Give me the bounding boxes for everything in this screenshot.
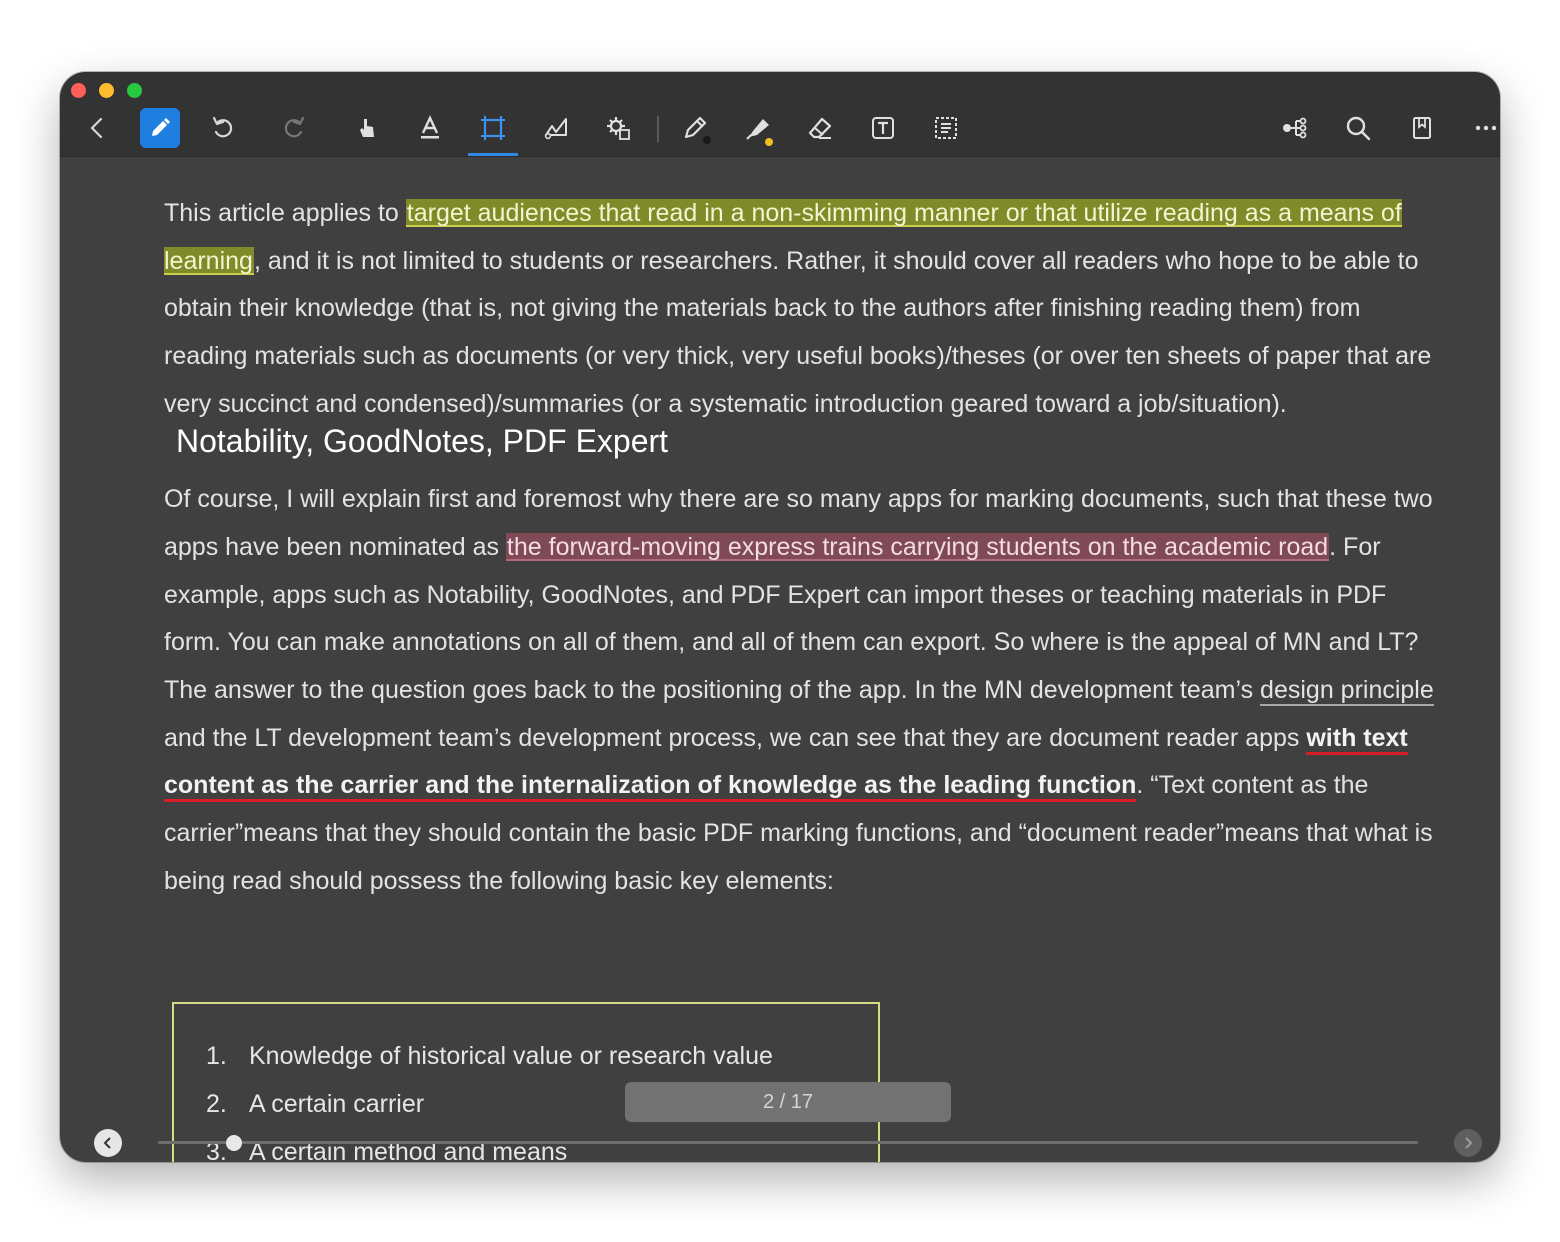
textbox-button[interactable] xyxy=(863,108,903,148)
minimize-window-button[interactable] xyxy=(99,83,114,98)
list-item: 1. Knowledge of historical value or resea… xyxy=(206,1032,773,1080)
text-select-icon xyxy=(421,115,439,139)
paragraph-2-text-cont2: and the LT development team’s developmen… xyxy=(164,723,1307,752)
pen-color-dot xyxy=(703,136,711,144)
close-window-button[interactable] xyxy=(71,83,86,98)
bookmark-button[interactable] xyxy=(1402,108,1442,148)
paragraph-1: This article applies to target audiences… xyxy=(164,190,1444,476)
shape-settings-icon xyxy=(607,117,630,140)
text-annotation[interactable]: Notability, GoodNotes, PDF Expert xyxy=(176,422,668,460)
lasso-button[interactable] xyxy=(536,108,576,148)
shape-settings-button[interactable] xyxy=(598,108,638,148)
previous-page-button[interactable] xyxy=(94,1129,122,1157)
list-item: 3. A certain method and means xyxy=(206,1128,773,1162)
lasso-icon xyxy=(544,118,567,140)
hand-tool-button[interactable] xyxy=(347,108,387,148)
chevron-left-icon xyxy=(103,1137,111,1149)
search-icon xyxy=(1346,116,1371,141)
redo-button[interactable] xyxy=(274,108,314,148)
redo-icon xyxy=(284,116,305,138)
chevron-right-icon xyxy=(1465,1137,1473,1149)
paragraph-2: Of course, I will explain first and fore… xyxy=(164,476,1444,905)
more-button[interactable] xyxy=(1466,108,1500,148)
mindmap-button[interactable] xyxy=(1274,108,1314,148)
rect-select-icon xyxy=(481,116,505,140)
bookmark-icon xyxy=(1413,117,1431,139)
eraser-icon xyxy=(808,117,832,139)
hand-icon xyxy=(360,119,374,137)
back-icon xyxy=(90,117,103,139)
next-page-button[interactable] xyxy=(1454,1129,1482,1157)
pink-highlight[interactable]: the forward-moving express trains carryi… xyxy=(505,532,1330,561)
list-number: 1. xyxy=(206,1042,227,1070)
zoom-window-button[interactable] xyxy=(127,83,142,98)
app-window: This article applies to target audiences… xyxy=(60,72,1500,1162)
textbox-icon xyxy=(872,117,894,139)
more-icon xyxy=(1475,125,1497,131)
search-button[interactable] xyxy=(1338,108,1378,148)
highlighter-color-dot xyxy=(765,138,773,146)
rect-select-button[interactable] xyxy=(473,108,513,148)
paragraph-1-text: This article applies to xyxy=(164,199,406,227)
document-page: This article applies to target audiences… xyxy=(164,190,1444,906)
page-scrubber[interactable] xyxy=(158,1141,1418,1144)
page-indicator: 2 / 17 xyxy=(625,1082,951,1122)
mindmap-icon xyxy=(1283,117,1307,139)
ocr-icon xyxy=(935,117,957,139)
toolbar xyxy=(60,72,1500,157)
underline-annotation[interactable]: design principle xyxy=(1260,676,1434,707)
undo-button[interactable] xyxy=(203,108,243,148)
undo-icon xyxy=(212,116,233,138)
page-scrubber-knob[interactable] xyxy=(225,1135,242,1151)
paragraph-1-text-cont: , and it is not limited to students or r… xyxy=(164,246,1432,418)
list-number: 2. xyxy=(206,1090,227,1118)
text-select-button[interactable] xyxy=(410,108,450,148)
active-tool-indicator xyxy=(468,153,518,156)
list-text: Knowledge of historical value or researc… xyxy=(249,1042,773,1070)
pen-mode-button[interactable] xyxy=(140,108,180,148)
ocr-button[interactable] xyxy=(926,108,966,148)
back-button[interactable] xyxy=(77,108,117,148)
pen-mode-icon xyxy=(152,118,170,136)
list-text: A certain carrier xyxy=(249,1090,425,1118)
eraser-button[interactable] xyxy=(800,108,840,148)
toolbar-divider xyxy=(657,116,659,142)
